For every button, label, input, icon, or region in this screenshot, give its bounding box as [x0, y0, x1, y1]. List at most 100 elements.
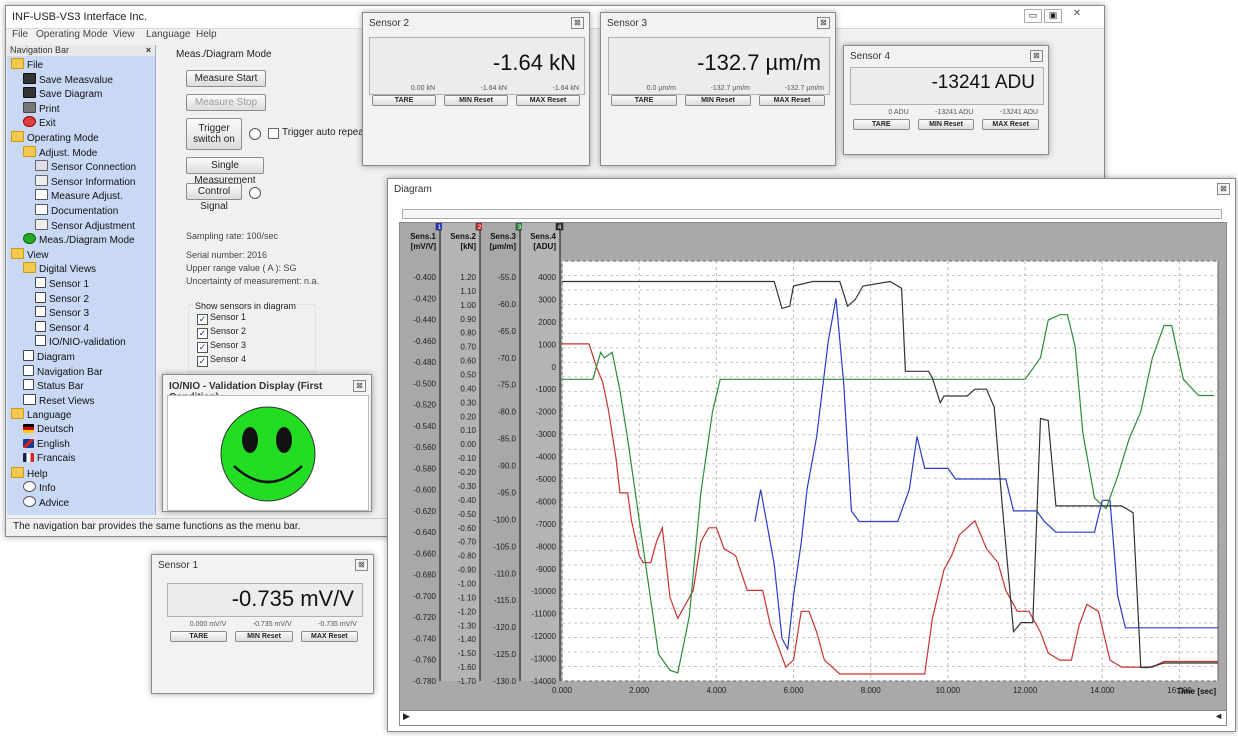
- y-tick-label: -60.0: [498, 300, 517, 309]
- nav-item-meas-diagram-mode[interactable]: Meas./Diagram Mode: [23, 233, 135, 247]
- sensor-3-min-value: -132.7 µm/m: [710, 85, 750, 92]
- plot-frame: 0.000 2.000 4.000 6.000 8.000 10.000 12.000 14.…: [399, 222, 1227, 711]
- nav-item-sensor-3[interactable]: Sensor 3: [35, 306, 89, 320]
- diagram-close-button[interactable]: ⊠: [1217, 183, 1230, 195]
- flag-uk-icon: [23, 438, 34, 448]
- nav-item-io-nio-validation[interactable]: IO/NIO-validation: [35, 335, 126, 349]
- sensor-1-max-reset-button[interactable]: MAX Reset: [300, 631, 358, 642]
- nav-item-label: Deutsch: [37, 424, 74, 435]
- menu-help[interactable]: Help: [196, 29, 217, 40]
- show-sensor-4-label: Sensor 4: [210, 354, 247, 364]
- nav-item-navigation-bar[interactable]: Navigation Bar: [23, 364, 103, 379]
- y-tick-label: -0.520: [413, 401, 436, 410]
- nav-item-sensor-4[interactable]: Sensor 4: [35, 320, 89, 335]
- nav-item-exit[interactable]: Exit: [23, 116, 56, 130]
- sensor-1-close-button[interactable]: ⊠: [355, 559, 368, 571]
- checkbox-icon: [35, 277, 46, 288]
- single-measurement-button[interactable]: Single Measurement: [186, 157, 264, 186]
- y-tick-label: 1.00: [460, 301, 476, 310]
- show-sensor-4-checkbox[interactable]: ✓: [197, 356, 208, 367]
- sensor-4-tare-button[interactable]: TARE: [853, 119, 910, 130]
- sensor-2-max-value: -1.64 kN: [552, 85, 579, 92]
- y-tick-label: 0.20: [460, 412, 476, 421]
- diagram-top-slider[interactable]: [402, 209, 1222, 219]
- nav-item-print[interactable]: Print: [23, 101, 60, 116]
- y-tick-label: -4000: [536, 453, 557, 462]
- nav-item-save-diagram[interactable]: Save Diagram: [23, 87, 102, 101]
- checkbox-icon: [35, 291, 46, 303]
- sensor-3-close-button[interactable]: ⊠: [817, 17, 830, 29]
- sensor-2-tare-button[interactable]: TARE: [372, 95, 436, 106]
- show-sensor-1-checkbox[interactable]: ✓: [197, 314, 208, 325]
- scroll-right-icon[interactable]: ◄: [1214, 711, 1223, 721]
- nav-item-advice[interactable]: Advice: [23, 496, 69, 510]
- y-tick-label: 0.30: [460, 398, 476, 407]
- nav-item-status-bar[interactable]: Status Bar: [23, 379, 84, 393]
- trigger-auto-repeat-checkbox[interactable]: [268, 128, 279, 139]
- y-tick-label: -1.70: [458, 677, 477, 686]
- maximize-button[interactable]: ▣: [1044, 9, 1062, 23]
- nav-item-operating-mode[interactable]: Operating Mode: [11, 131, 99, 145]
- nav-item-sensor-information[interactable]: Sensor Information: [35, 174, 136, 189]
- nav-item-documentation[interactable]: Documentation: [35, 204, 118, 218]
- nav-item-sensor-2[interactable]: Sensor 2: [35, 291, 89, 306]
- sensor-4-close-button[interactable]: ⊠: [1030, 50, 1043, 62]
- y-tick-label: 4000: [538, 273, 556, 282]
- navigation-bar-header: Navigation Bar ×: [7, 45, 155, 56]
- y-tick-label: -70.0: [498, 354, 517, 363]
- sensor-3-min-reset-button[interactable]: MIN Reset: [685, 95, 751, 106]
- nav-item-deutsch[interactable]: Deutsch: [23, 423, 74, 437]
- menu-operating-mode[interactable]: Operating Mode: [36, 29, 108, 40]
- sensor-4-max-reset-button[interactable]: MAX Reset: [982, 119, 1039, 130]
- y-tick-label: -120.0: [493, 623, 516, 632]
- show-sensor-2-checkbox[interactable]: ✓: [197, 328, 208, 339]
- x-tick-label: 14.000: [1090, 686, 1115, 695]
- nav-item-francais[interactable]: Francais: [23, 452, 75, 466]
- sensor-1-min-reset-button[interactable]: MIN Reset: [235, 631, 293, 642]
- nav-item-sensor-1[interactable]: Sensor 1: [35, 277, 89, 291]
- nav-item-label: Reset Views: [39, 395, 95, 407]
- nav-item-measure-adjust[interactable]: Measure Adjust.: [35, 189, 123, 203]
- measure-start-button[interactable]: Measure Start: [186, 70, 266, 87]
- control-signal-button[interactable]: Control Signal: [186, 183, 242, 212]
- diagram-scrollbar[interactable]: ▶ ◄: [399, 710, 1227, 726]
- show-sensor-3-checkbox[interactable]: ✓: [197, 342, 208, 353]
- checkbox-icon: [35, 320, 46, 332]
- sensor-3-tare-button[interactable]: TARE: [611, 95, 677, 106]
- sensor-3-max-reset-button[interactable]: MAX Reset: [759, 95, 825, 106]
- sensor-3-reading: -132.7 µm/m: [697, 50, 821, 75]
- sensor-2-close-button[interactable]: ⊠: [571, 17, 584, 29]
- menu-view[interactable]: View: [113, 29, 135, 40]
- nav-item-reset-views[interactable]: Reset Views: [23, 393, 95, 408]
- navigation-bar-close-icon[interactable]: ×: [146, 45, 151, 56]
- menu-language[interactable]: Language: [146, 29, 191, 40]
- trigger-switch-button[interactable]: Trigger switch on: [186, 118, 242, 150]
- sensor-1-tare-button[interactable]: TARE: [170, 631, 228, 642]
- measure-stop-button[interactable]: Measure Stop: [186, 94, 266, 111]
- y-tick-label: -80.0: [498, 408, 517, 417]
- nav-item-save-measvalue[interactable]: Save Measvalue: [23, 72, 113, 87]
- nav-item-adjust-mode[interactable]: Adjust. Mode: [23, 145, 97, 160]
- close-window-button[interactable]: ✕: [1066, 9, 1088, 21]
- validation-close-button[interactable]: ⊠: [353, 380, 366, 392]
- nav-item-digital-views[interactable]: Digital Views: [23, 262, 96, 276]
- checkbox-icon: [23, 364, 34, 376]
- scroll-left-icon[interactable]: ▶: [403, 711, 410, 722]
- nav-item-help[interactable]: Help: [11, 466, 48, 481]
- nav-item-view[interactable]: View: [11, 247, 49, 262]
- adjust-icon: [35, 189, 48, 201]
- nav-item-sensor-connection[interactable]: Sensor Connection: [35, 160, 136, 174]
- minimize-button[interactable]: ▭: [1024, 9, 1042, 23]
- sensor-4-min-reset-button[interactable]: MIN Reset: [917, 119, 975, 130]
- nav-item-english[interactable]: English: [23, 438, 70, 452]
- nav-item-file[interactable]: File: [11, 58, 43, 72]
- nav-item-language[interactable]: Language: [11, 408, 72, 422]
- nav-item-diagram[interactable]: Diagram: [23, 350, 75, 364]
- y-tick-label: 0.00: [460, 440, 476, 449]
- menu-file[interactable]: File: [12, 29, 28, 40]
- nav-item-info[interactable]: Info: [23, 481, 56, 495]
- sensor-2-max-reset-button[interactable]: MAX Reset: [516, 95, 580, 106]
- sensor-2-min-reset-button[interactable]: MIN Reset: [444, 95, 508, 106]
- sensor-3-title: Sensor 3: [607, 18, 648, 29]
- nav-item-sensor-adjustment[interactable]: Sensor Adjustment: [35, 218, 135, 233]
